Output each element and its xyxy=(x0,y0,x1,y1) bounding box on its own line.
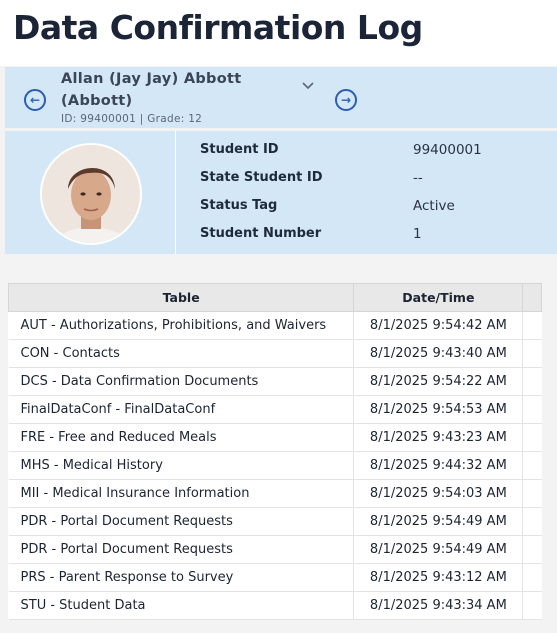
table-row: FinalDataConf - FinalDataConf 8/1/2025 9… xyxy=(8,395,542,424)
row-table-name: FRE - Free and Reduced Meals xyxy=(8,423,355,452)
row-table-name: MHS - Medical History xyxy=(8,451,355,480)
field-label-state-student-id: State Student ID xyxy=(200,170,323,185)
row-gutter xyxy=(522,423,542,452)
row-datetime: 8/1/2025 9:54:42 AM xyxy=(353,311,523,340)
table-row: DCS - Data Confirmation Documents 8/1/20… xyxy=(8,367,542,396)
row-gutter xyxy=(522,507,542,536)
field-value-student-id: 99400001 xyxy=(413,142,482,158)
row-datetime: 8/1/2025 9:54:53 AM xyxy=(353,395,523,424)
student-navigator: ← Allan (Jay Jay) Abbott (Abbott) ID: 99… xyxy=(5,67,557,128)
row-table-name: PDR - Portal Document Requests xyxy=(8,535,355,564)
student-name: Allan (Jay Jay) Abbott (Abbott) xyxy=(61,71,242,109)
arrow-left-circle-icon[interactable]: ← xyxy=(24,89,46,111)
table-row: PDR - Portal Document Requests 8/1/2025 … xyxy=(8,507,542,536)
table-row: PDR - Portal Document Requests 8/1/2025 … xyxy=(8,535,542,564)
field-label-student-id: Student ID xyxy=(200,142,279,157)
row-gutter xyxy=(522,479,542,508)
table-row: PRS - Parent Response to Survey 8/1/2025… xyxy=(8,563,542,592)
row-gutter xyxy=(522,367,542,396)
row-gutter xyxy=(522,311,542,340)
row-datetime: 8/1/2025 9:54:03 AM xyxy=(353,479,523,508)
page-title: Data Confirmation Log xyxy=(13,8,423,47)
chevron-down-icon[interactable] xyxy=(301,79,315,93)
row-table-name: MII - Medical Insurance Information xyxy=(8,479,355,508)
student-meta: ID: 99400001 | Grade: 12 xyxy=(61,113,203,125)
row-datetime: 8/1/2025 9:43:12 AM xyxy=(353,563,523,592)
row-gutter xyxy=(522,395,542,424)
data-confirmation-log-table: Table Date/Time AUT - Authorizations, Pr… xyxy=(7,283,542,620)
field-value-status-tag: Active xyxy=(413,198,455,214)
photo-cell xyxy=(5,131,176,254)
title-bar: Data Confirmation Log xyxy=(0,0,557,66)
row-table-name: CON - Contacts xyxy=(8,339,355,368)
column-header-table[interactable]: Table xyxy=(7,283,355,312)
row-datetime: 8/1/2025 9:54:49 AM xyxy=(353,535,523,564)
table-row: CON - Contacts 8/1/2025 9:43:40 AM xyxy=(8,339,542,368)
header-gutter xyxy=(522,283,542,312)
row-datetime: 8/1/2025 9:54:49 AM xyxy=(353,507,523,536)
field-label-status-tag: Status Tag xyxy=(200,198,278,213)
table-row: FRE - Free and Reduced Meals 8/1/2025 9:… xyxy=(8,423,542,452)
row-gutter xyxy=(522,451,542,480)
field-value-student-number: 1 xyxy=(413,226,422,242)
row-datetime: 8/1/2025 9:54:22 AM xyxy=(353,367,523,396)
row-table-name: PDR - Portal Document Requests xyxy=(8,507,355,536)
table-row: STU - Student Data 8/1/2025 9:43:34 AM xyxy=(8,591,542,620)
row-gutter xyxy=(522,591,542,620)
arrow-right-circle-icon[interactable]: → xyxy=(335,89,357,111)
table-row: MHS - Medical History 8/1/2025 9:44:32 A… xyxy=(8,451,542,480)
row-table-name: DCS - Data Confirmation Documents xyxy=(8,367,355,396)
table-header-row: Table Date/Time xyxy=(7,283,542,312)
row-gutter xyxy=(522,563,542,592)
row-datetime: 8/1/2025 9:44:32 AM xyxy=(353,451,523,480)
student-details-panel: Student ID 99400001 State Student ID -- … xyxy=(5,131,557,254)
row-gutter xyxy=(522,339,542,368)
row-datetime: 8/1/2025 9:43:40 AM xyxy=(353,339,523,368)
table-row: AUT - Authorizations, Prohibitions, and … xyxy=(8,311,542,340)
column-header-datetime[interactable]: Date/Time xyxy=(353,283,524,312)
row-table-name: FinalDataConf - FinalDataConf xyxy=(8,395,355,424)
field-value-state-student-id: -- xyxy=(413,170,423,186)
field-label-student-number: Student Number xyxy=(200,226,322,241)
table-row: MII - Medical Insurance Information 8/1/… xyxy=(8,479,542,508)
row-datetime: 8/1/2025 9:43:23 AM xyxy=(353,423,523,452)
row-datetime: 8/1/2025 9:43:34 AM xyxy=(353,591,523,620)
row-table-name: PRS - Parent Response to Survey xyxy=(8,563,355,592)
row-table-name: STU - Student Data xyxy=(8,591,355,620)
row-gutter xyxy=(522,535,542,564)
row-table-name: AUT - Authorizations, Prohibitions, and … xyxy=(8,311,355,340)
student-photo xyxy=(40,143,142,245)
